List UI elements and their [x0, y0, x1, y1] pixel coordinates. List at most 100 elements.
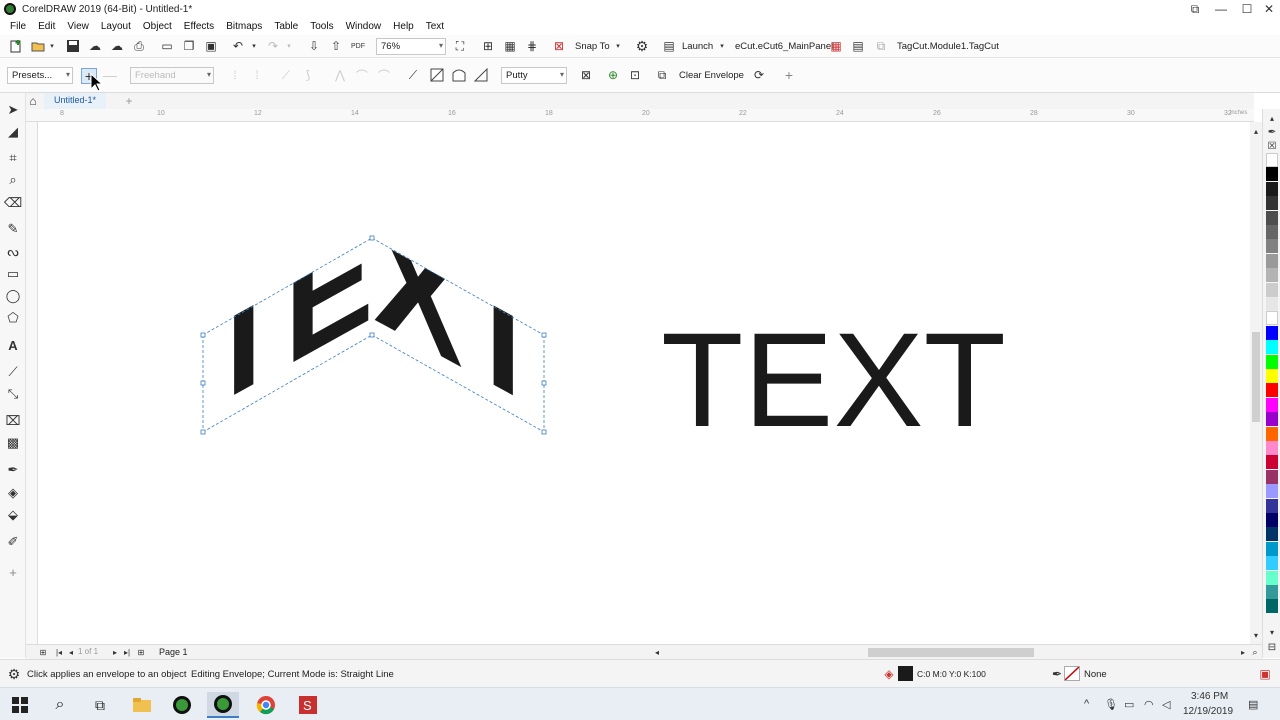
cloud-upload-icon[interactable]: ☁	[110, 39, 124, 53]
single-arc-mode-icon[interactable]	[452, 68, 466, 82]
scroll-left-icon[interactable]: ◂	[650, 645, 664, 659]
clock-time[interactable]: 3:46 PM	[1191, 691, 1228, 702]
clear-envelope-icon[interactable]: ⧉	[655, 68, 669, 82]
refresh-icon[interactable]: ⟳	[752, 68, 766, 82]
envelope-node[interactable]	[541, 380, 547, 386]
outline-pen-icon[interactable]: ✒	[1050, 667, 1064, 681]
connector-tool-icon[interactable]: ⤡	[4, 385, 22, 403]
color-swatch[interactable]	[1266, 268, 1278, 283]
interactive-fill-tool-icon[interactable]: ◈	[4, 484, 22, 502]
clear-envelope-label[interactable]: Clear Envelope	[679, 70, 744, 81]
plain-text-object[interactable]: TEXT	[661, 306, 1006, 455]
tagcut-macro-label[interactable]: TagCut.Module1.TagCut	[897, 41, 999, 52]
clock-date[interactable]: 12/19/2019	[1183, 706, 1233, 717]
color-proof-icon[interactable]: ▣	[1258, 667, 1272, 681]
delete-nodes-icon[interactable]: ⁞	[250, 68, 264, 82]
show-grid-icon[interactable]: ▦	[503, 39, 517, 53]
envelope-node[interactable]	[541, 332, 547, 338]
color-swatch[interactable]	[1266, 383, 1278, 398]
color-swatch[interactable]	[1266, 426, 1278, 441]
transparency-tool-icon[interactable]: ▩	[4, 434, 22, 452]
show-rulers-icon[interactable]: ⊞	[481, 39, 495, 53]
chevron-down-icon[interactable]: ▾	[715, 39, 729, 53]
menu-effects[interactable]: Effects	[178, 21, 220, 32]
mapping-mode-combo[interactable]: Putty ▾	[501, 67, 567, 84]
selection-mode-combo[interactable]: Freehand ▾	[130, 67, 214, 84]
ellipse-tool-icon[interactable]: ◯	[4, 287, 22, 305]
color-swatch[interactable]	[1266, 196, 1278, 211]
gear-icon[interactable]: ⚙	[635, 38, 649, 54]
battery-icon[interactable]: ▭	[1124, 698, 1134, 711]
text-tool-icon[interactable]: A	[4, 336, 22, 354]
show-guidelines-icon[interactable]: ⋕	[525, 39, 539, 53]
envelope-node[interactable]	[200, 332, 206, 338]
import-icon[interactable]: ⇩	[307, 39, 321, 53]
save-icon[interactable]	[66, 39, 80, 53]
publish-pdf-icon[interactable]: PDF	[351, 39, 365, 53]
vertical-scrollbar[interactable]: ▴ ▾	[1250, 122, 1262, 644]
drawing-canvas[interactable]: TEXT TEXT TEXT	[38, 122, 1250, 644]
horizontal-ruler[interactable]: 8 10 12 14 16 18 20 22 24 26 28 30 32 in…	[26, 109, 1254, 122]
snap-to-label[interactable]: Snap To	[575, 41, 610, 52]
color-swatch[interactable]	[1266, 369, 1278, 383]
envelope-node[interactable]	[200, 429, 206, 435]
volume-icon[interactable]: ◁	[1162, 698, 1170, 711]
chevron-down-icon[interactable]: ▾	[611, 39, 625, 53]
color-swatch[interactable]	[1266, 412, 1278, 427]
calendar-icon[interactable]: ▦	[829, 39, 843, 53]
page-options-icon[interactable]: ⊞	[36, 645, 50, 659]
color-swatch[interactable]	[1266, 282, 1278, 297]
color-swatch[interactable]	[1266, 325, 1278, 340]
menu-layout[interactable]: Layout	[95, 21, 137, 32]
color-swatch[interactable]	[1266, 239, 1278, 254]
color-swatch[interactable]	[1266, 556, 1278, 571]
parallel-dimension-tool-icon[interactable]: ⟋	[4, 363, 22, 381]
add-page-icon[interactable]: ⊞	[134, 645, 148, 659]
last-page-icon[interactable]: ▸|	[120, 645, 134, 659]
chrome-icon[interactable]	[250, 692, 282, 718]
keep-lines-icon[interactable]: ⊠	[579, 68, 593, 82]
chevron-down-icon[interactable]: ▾	[282, 39, 296, 53]
search-icon[interactable]: ⌕	[44, 692, 76, 718]
freehand-tool-icon[interactable]: ✎	[4, 220, 22, 238]
corel-macro-editor-icon[interactable]: S	[292, 692, 324, 718]
chevron-down-icon[interactable]: ▾	[247, 39, 261, 53]
menu-table[interactable]: Table	[268, 21, 304, 32]
envelope-node[interactable]	[369, 332, 375, 338]
open-folder-icon[interactable]	[31, 39, 45, 53]
envelope-tool-icon[interactable]: ⌧	[4, 412, 22, 430]
scroll-up-icon[interactable]: ▴	[1249, 124, 1263, 138]
add-tool-plus-icon[interactable]: +	[4, 563, 22, 581]
color-swatch[interactable]	[1266, 225, 1278, 239]
presets-combo[interactable]: Presets... ▾	[7, 67, 73, 84]
menu-window[interactable]: Window	[340, 21, 388, 32]
add-nodes-icon[interactable]: ⁞	[228, 68, 242, 82]
color-swatch[interactable]	[1266, 585, 1278, 599]
color-swatch[interactable]	[1266, 311, 1278, 326]
minimize-button[interactable]: —	[1208, 0, 1234, 18]
eraser-tool-icon[interactable]: ⌫	[4, 194, 22, 212]
color-swatch[interactable]	[1266, 484, 1278, 499]
menu-tools[interactable]: Tools	[304, 21, 339, 32]
wifi-icon[interactable]: ◠	[1144, 698, 1154, 711]
color-swatch[interactable]	[1266, 181, 1278, 196]
chevron-down-icon[interactable]: ▾	[45, 39, 59, 53]
envelope-node[interactable]	[200, 380, 206, 386]
shape-tool-icon[interactable]: ◢	[4, 123, 22, 141]
symmetrical-node-icon[interactable]: ⌒	[377, 68, 391, 83]
palette-scroll-up-icon[interactable]: ▴	[1265, 111, 1279, 125]
smooth-node-icon[interactable]: ⌒	[355, 68, 369, 83]
outline-pen-tool-icon[interactable]: ✐	[4, 533, 22, 551]
close-button[interactable]: ✕	[1256, 0, 1280, 18]
color-swatch[interactable]	[1266, 570, 1278, 585]
undo-icon[interactable]: ↶	[231, 39, 245, 53]
eyedropper-tool-icon[interactable]: ✒	[4, 461, 22, 479]
color-swatch[interactable]	[1266, 340, 1278, 355]
color-swatch[interactable]	[1266, 541, 1278, 556]
zoom-fit-icon[interactable]: ⌕	[1248, 645, 1262, 659]
smart-fill-tool-icon[interactable]: ⬙	[4, 506, 22, 524]
menu-object[interactable]: Object	[137, 21, 178, 32]
chevron-up-icon[interactable]: ^	[1084, 698, 1089, 710]
color-swatch[interactable]	[1266, 354, 1278, 369]
color-swatch[interactable]	[1266, 455, 1278, 470]
